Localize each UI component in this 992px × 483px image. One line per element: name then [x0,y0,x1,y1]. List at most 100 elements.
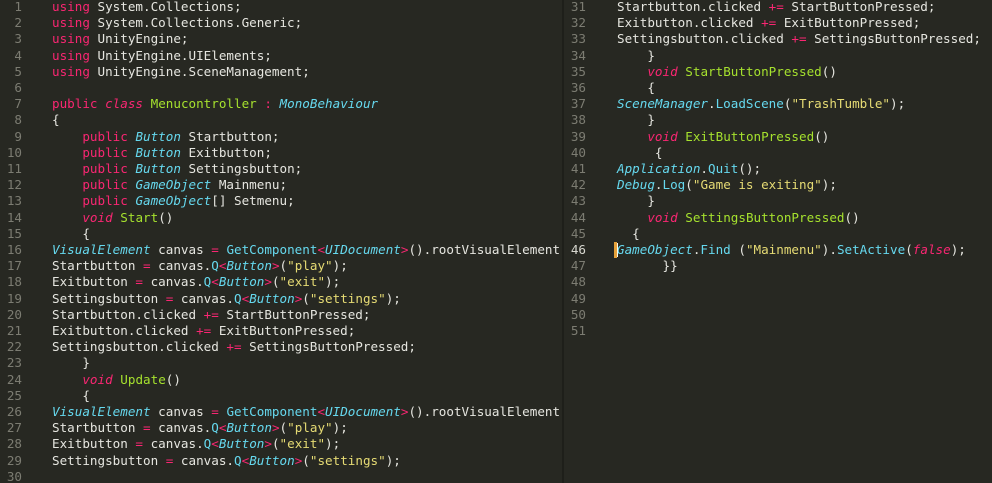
code-token: = [211,404,219,419]
code-line[interactable]: Exitbutton.clicked += ExitButtonPressed; [52,323,355,339]
code-line[interactable]: SceneManager.LoadScene("TrashTumble"); [617,96,905,112]
code-line[interactable]: { [52,112,60,128]
code-line[interactable]: Startbutton.clicked += StartButtonPresse… [617,0,935,15]
code-token: ( [302,452,310,468]
code-line[interactable]: VisualElement canvas = GetComponent<UIDo… [52,242,560,258]
line-number: 35 [570,63,586,79]
line-number: 20 [6,306,22,322]
code-token: ().rootVisualElement [408,242,561,257]
code-line[interactable]: { [52,226,90,242]
code-token: ); [890,96,906,112]
line-number: 23 [6,355,22,371]
code-line[interactable]: Settingsbutton = canvas.Q<Button>("setti… [52,291,401,307]
code-token: canvas [150,242,212,257]
code-line[interactable]: using System.Collections.Generic; [52,15,302,31]
code-line[interactable]: { [617,145,663,161]
code-token: GameObject [617,242,693,257]
code-line[interactable]: }} [617,258,677,274]
code-token: ( [271,436,280,452]
code-token: Button [135,144,181,160]
code-line[interactable]: VisualElement canvas = GetComponent<UIDo… [52,404,560,420]
code-line[interactable]: Exitbutton = canvas.Q<Button>("exit"); [52,436,340,452]
code-line[interactable]: using UnityEngine; [52,31,189,47]
line-number: 37 [570,96,586,112]
code-line[interactable]: Startbutton = canvas.Q<Button>("play"); [52,420,348,436]
code-token: "Game is exiting" [692,177,822,193]
code-token: () [165,371,181,387]
code-line[interactable]: using System.Collections; [52,0,242,15]
code-line[interactable]: Startbutton = canvas.Q<Button>("play"); [52,258,348,274]
code-token: } [617,193,655,209]
code-token: GameObject [135,177,212,193]
code-token: Quit [708,161,739,176]
code-line[interactable]: public Button Startbutton; [52,129,279,145]
code-line[interactable]: } [617,48,655,64]
code-line[interactable]: { [52,388,90,404]
line-number: 2 [14,15,22,31]
code-token: using [52,31,90,47]
code-token: Startbutton [52,258,143,274]
code-token: Mainmenu; [211,177,288,193]
code-token: } [52,355,90,371]
code-line[interactable]: Exitbutton = canvas.Q<Button>("exit"); [52,274,340,290]
line-number: 1 [14,0,22,14]
code-token: > [271,420,280,436]
code-token: Button [249,290,295,306]
code-line[interactable]: public Button Settingsbutton; [52,161,302,177]
code-token: Update [120,371,166,387]
code-line[interactable]: Settingsbutton.clicked += SettingsButton… [52,339,416,355]
code-line[interactable]: void SettingsButtonPressed() [617,210,859,226]
code-token: using [52,0,90,14]
editor-pane-left[interactable]: 1 using System.Collections; 2 using System.… [0,0,562,483]
code-token: Q [211,258,219,274]
code-token: = [135,436,143,452]
code-line[interactable]: void StartButtonPressed() [617,64,837,80]
code-line[interactable]: using UnityEngine.SceneManagement; [52,64,310,80]
line-number: 4 [14,47,22,63]
code-line[interactable]: } [617,193,655,209]
code-token: } [617,112,655,128]
code-token: void [82,371,113,387]
code-token: StartButtonPressed [685,63,822,79]
line-number: 14 [6,209,22,225]
code-line[interactable]: public GameObject[] Setmenu; [52,193,294,209]
code-line[interactable]: void ExitButtonPressed() [617,129,829,145]
line-number: 25 [6,387,22,403]
code-token: Button [226,258,272,274]
code-token: ); [325,274,341,290]
code-token: Exitbutton; [180,144,272,160]
code-token: using [52,15,90,31]
line-number: 43 [570,193,586,209]
line-number: 32 [570,15,586,31]
code-token: SettingsButtonPressed; [241,339,416,355]
code-line[interactable]: Settingsbutton = canvas.Q<Button>("setti… [52,453,401,469]
code-line[interactable]: Exitbutton.clicked += ExitButtonPressed; [617,15,920,31]
code-line[interactable]: Application.Quit(); [617,161,761,177]
code-token: += [761,15,777,31]
code-line[interactable]: { [617,226,640,242]
code-line[interactable]: public class Menucontroller : MonoBehavi… [52,96,378,112]
code-line[interactable]: Debug.Log("Game is exiting"); [617,177,837,193]
editor-pane-right[interactable]: 31 Startbutton.clicked += StartButtonPres… [564,0,992,483]
code-token: class [105,96,144,112]
code-line[interactable]: void Update() [52,372,181,388]
line-number: 18 [6,274,22,290]
code-line[interactable]: { [617,80,655,96]
code-line[interactable]: public Button Exitbutton; [52,145,272,161]
code-line[interactable]: Settingsbutton.clicked += SettingsButton… [617,31,981,47]
code-token: { [617,80,655,95]
code-token: < [317,242,326,257]
code-token: { [617,225,640,241]
code-line[interactable]: Startbutton.clicked += StartButtonPresse… [52,307,370,323]
code-line[interactable]: } [52,355,90,371]
code-line[interactable]: GameObject.Find ("Mainmenu").SetActive(f… [617,242,966,258]
code-token: canvas. [143,436,204,452]
line-number: 17 [6,258,22,274]
code-line[interactable]: void Start() [52,210,173,226]
code-line[interactable]: public GameObject Mainmenu; [52,177,287,193]
code-line[interactable]: using UnityEngine.UIElements; [52,48,272,64]
code-token: UnityEngine; [89,31,189,47]
code-line[interactable]: } [617,112,655,128]
